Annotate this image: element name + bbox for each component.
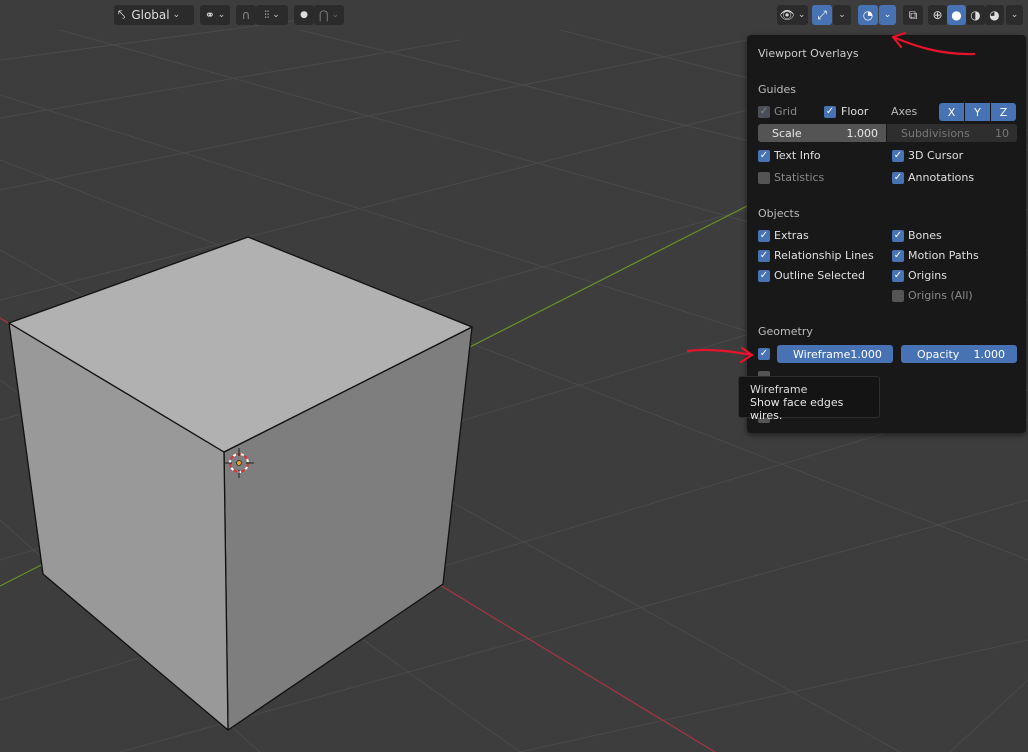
relationship-lines-checkbox[interactable]: ✓ — [758, 250, 770, 262]
overlays-toggle[interactable]: ◔ — [858, 5, 878, 25]
outline-selected-label: Outline Selected — [774, 269, 865, 282]
falloff-dropdown[interactable]: ⋂ ⌄ — [314, 5, 344, 25]
extras-checkbox[interactable]: ✓ — [758, 230, 770, 242]
outline-selected-checkbox[interactable]: ✓ — [758, 270, 770, 282]
wireframe-opacity-field[interactable]: Opacity 1.000 — [901, 345, 1017, 363]
floor-checkbox[interactable]: ✓ — [824, 106, 836, 118]
shading-rendered-button[interactable]: ◕ — [985, 5, 1004, 25]
orientation-label: Global — [131, 8, 170, 22]
tooltip-title: Wireframe — [750, 383, 808, 396]
wireframe-value: 1.000 — [850, 347, 882, 361]
axis-y-toggle[interactable]: Y — [965, 103, 990, 121]
guides-section-label: Guides — [758, 83, 797, 96]
motion-paths-label: Motion Paths — [908, 249, 979, 262]
snap-increment-icon: ⫶⫶ — [264, 9, 270, 21]
material-sphere-icon: ◑ — [970, 8, 981, 22]
3d-cursor-label: 3D Cursor — [908, 149, 964, 162]
wireframe-tooltip: Wireframe Show face edges wires. — [738, 376, 880, 422]
axis-x-toggle[interactable]: X — [939, 103, 964, 121]
shading-wireframe-button[interactable]: ⊕ — [928, 5, 947, 25]
viewport-header: ⤣ Global ⌄ ⚭ ⌄ ∩ ⫶⫶ ⌄ ● ⋂ ⌄ 👁 ⌄ ⤢ ⌄ ◔ ⌄ ⧉ ⊕ … — [0, 0, 1028, 30]
wireframe-sphere-icon: ⊕ — [932, 8, 943, 22]
chevron-down-icon: ⌄ — [838, 10, 846, 20]
proportional-edit-icon: ● — [300, 10, 308, 20]
text-info-checkbox[interactable]: ✓ — [758, 150, 770, 162]
origin-dot — [236, 460, 242, 466]
statistics-checkbox[interactable] — [758, 172, 770, 184]
bones-checkbox[interactable]: ✓ — [892, 230, 904, 242]
axis-z-toggle[interactable]: Z — [991, 103, 1016, 121]
origins-all-label: Origins (All) — [908, 289, 973, 302]
orientation-icon: ⤣ — [118, 7, 126, 23]
magnet-icon: ∩ — [241, 8, 251, 22]
eye-icon: 👁 — [779, 8, 795, 22]
relationship-lines-label: Relationship Lines — [774, 249, 874, 262]
motion-paths-checkbox[interactable]: ✓ — [892, 250, 904, 262]
overlays-icon: ◔ — [862, 8, 874, 22]
overlays-dropdown[interactable]: ⌄ — [879, 5, 896, 25]
geometry-section-label: Geometry — [758, 325, 813, 338]
chevron-down-icon: ⌄ — [1010, 10, 1019, 20]
floor-label: Floor — [841, 105, 869, 118]
subdivisions-value: 10 — [995, 126, 1009, 140]
panel-title: Viewport Overlays — [758, 47, 859, 60]
snap-toggle[interactable]: ∩ — [236, 5, 256, 25]
xray-toggle[interactable]: ⧉ — [903, 5, 923, 25]
viewport-overlays-panel: Viewport Overlays Guides ✓ Grid ✓ Floor … — [747, 35, 1026, 433]
bones-label: Bones — [908, 229, 942, 242]
grid-label: Grid — [774, 105, 798, 118]
xray-icon: ⧉ — [908, 7, 918, 22]
subdivisions-label: Subdivisions — [901, 126, 970, 140]
gizmo-dropdown[interactable]: ⌄ — [833, 5, 851, 25]
default-cube[interactable] — [8, 236, 473, 731]
snap-target-dropdown[interactable]: ⫶⫶ ⌄ — [256, 5, 288, 25]
wireframe-checkbox[interactable]: ✓ — [758, 348, 770, 360]
chevron-down-icon: ⌄ — [217, 10, 226, 20]
axes-label: Axes — [891, 105, 918, 118]
link-icon: ⚭ — [204, 8, 215, 22]
solid-sphere-icon: ● — [951, 8, 962, 22]
visibility-dropdown[interactable]: 👁 ⌄ — [777, 5, 808, 25]
shading-solid-button[interactable]: ● — [947, 5, 966, 25]
scale-label: Scale — [772, 126, 802, 140]
origins-label: Origins — [908, 269, 947, 282]
falloff-curve-icon: ⋂ — [318, 8, 329, 22]
chevron-down-icon: ⌄ — [272, 10, 280, 20]
shading-material-button[interactable]: ◑ — [966, 5, 985, 25]
origins-checkbox[interactable]: ✓ — [892, 270, 904, 282]
opacity-label: Opacity — [917, 347, 960, 361]
annotations-label: Annotations — [908, 171, 975, 184]
annotations-checkbox[interactable]: ✓ — [892, 172, 904, 184]
extras-label: Extras — [774, 229, 809, 242]
wireframe-threshold-field[interactable]: Wireframe 1.000 — [777, 345, 893, 363]
proportional-editing-toggle[interactable]: ● — [294, 5, 314, 25]
chevron-down-icon: ⌄ — [797, 10, 806, 20]
chevron-down-icon: ⌄ — [172, 10, 181, 20]
subdivisions-field[interactable]: Subdivisions 10 — [887, 124, 1017, 142]
gizmo-toggle[interactable]: ⤢ — [812, 5, 832, 25]
statistics-label: Statistics — [774, 171, 825, 184]
grid-checkbox[interactable]: ✓ — [758, 106, 770, 118]
transform-orientation-dropdown[interactable]: ⤣ Global ⌄ — [114, 5, 194, 25]
text-info-label: Text Info — [774, 149, 821, 162]
gizmo-icon: ⤢ — [817, 7, 827, 22]
scale-value: 1.000 — [846, 126, 879, 140]
opacity-value: 1.000 — [973, 347, 1006, 361]
origins-all-checkbox[interactable] — [892, 290, 904, 302]
3d-cursor-checkbox[interactable]: ✓ — [892, 150, 904, 162]
shading-dropdown[interactable]: ⌄ — [1006, 5, 1023, 25]
chevron-down-icon: ⌄ — [883, 10, 892, 20]
rendered-sphere-icon: ◕ — [989, 8, 1000, 22]
transform-pivot-dropdown[interactable]: ⚭ ⌄ — [200, 5, 230, 25]
wireframe-label: Wireframe — [793, 347, 851, 361]
scale-field[interactable]: Scale 1.000 — [758, 124, 886, 142]
objects-section-label: Objects — [758, 207, 800, 220]
tooltip-description: Show face edges wires. — [750, 396, 844, 422]
chevron-down-icon: ⌄ — [331, 10, 340, 20]
